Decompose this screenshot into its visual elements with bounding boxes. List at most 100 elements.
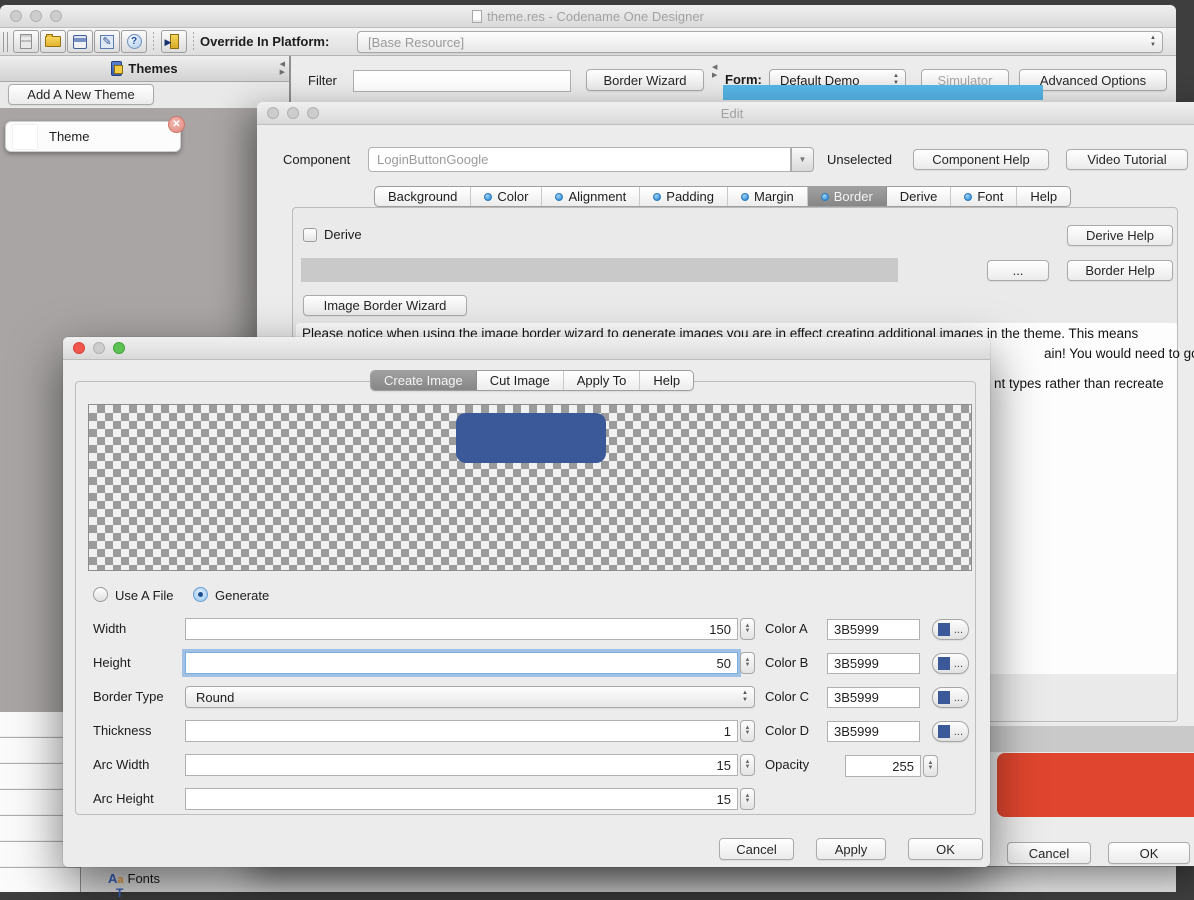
minimize-button[interactable] — [287, 107, 299, 119]
main-toolbar: ✎ ? ▶ Override In Platform: [Base Resour… — [0, 28, 1176, 56]
image-border-wizard-dialog: Create Image Cut Image Apply To Help Use… — [63, 337, 990, 867]
notice-line-2-fragment: ain! You would need to go — [1044, 346, 1194, 361]
desktop: { "colors": { "swatch_blue": "#3B5999", … — [0, 0, 1194, 892]
color-c-picker-button[interactable]: ... — [932, 687, 969, 708]
add-theme-button[interactable]: Add A New Theme — [8, 84, 154, 105]
edit-ok-button[interactable]: OK — [1108, 842, 1190, 864]
opacity-input[interactable] — [845, 755, 921, 777]
color-b-swatch — [938, 657, 950, 670]
video-tutorial-button[interactable]: Video Tutorial — [1066, 149, 1188, 170]
override-platform-select[interactable]: [Base Resource] ▲▼ — [357, 31, 1163, 53]
wizard-ok-button[interactable]: OK — [908, 838, 983, 860]
tab-help[interactable]: Help — [1017, 187, 1070, 206]
height-stepper[interactable]: ▲▼ — [740, 652, 755, 674]
close-button[interactable] — [73, 342, 85, 354]
arc-height-stepper[interactable]: ▲▼ — [740, 788, 755, 810]
border-more-button[interactable]: ... — [987, 260, 1049, 281]
edit-button[interactable]: ✎ — [94, 30, 120, 53]
unselected-label: Unselected — [827, 152, 892, 167]
derive-help-button[interactable]: Derive Help — [1067, 225, 1173, 246]
derive-checkbox[interactable] — [303, 228, 317, 242]
theme-thumbnail — [13, 125, 37, 149]
opacity-stepper[interactable]: ▲▼ — [923, 755, 938, 777]
color-a-input[interactable] — [827, 619, 920, 640]
color-d-label: Color D — [765, 723, 809, 738]
width-input[interactable] — [185, 618, 738, 640]
zoom-button[interactable] — [307, 107, 319, 119]
tab-padding[interactable]: Padding — [640, 187, 728, 206]
style-preview-block — [997, 753, 1194, 817]
thickness-label: Thickness — [93, 723, 152, 738]
open-folder-icon — [45, 36, 61, 47]
height-input[interactable] — [185, 652, 738, 674]
color-d-picker-button[interactable]: ... — [932, 721, 969, 742]
border-wizard-button[interactable]: Border Wizard — [586, 69, 704, 91]
style-tabs: Background Color Alignment Padding Margi… — [374, 186, 1071, 207]
close-button[interactable] — [10, 10, 22, 22]
save-button[interactable] — [67, 30, 93, 53]
component-help-button[interactable]: Component Help — [913, 149, 1049, 170]
color-c-input[interactable] — [827, 687, 920, 708]
component-combobox[interactable]: LoginButtonGoogle — [368, 147, 791, 172]
generated-border-preview — [456, 413, 606, 463]
save-icon — [73, 35, 87, 49]
minimize-button[interactable] — [93, 342, 105, 354]
modified-dot-icon — [964, 193, 972, 201]
close-button[interactable] — [267, 107, 279, 119]
thickness-input[interactable] — [185, 720, 738, 742]
image-border-wizard-button[interactable]: Image Border Wizard — [303, 295, 467, 316]
tab-alignment[interactable]: Alignment — [542, 187, 640, 206]
component-label: Component — [283, 152, 350, 167]
tab-apply-to[interactable]: Apply To — [564, 371, 641, 390]
tab-help[interactable]: Help — [640, 371, 693, 390]
filter-input[interactable] — [353, 70, 571, 92]
toolbar-drag-handle[interactable] — [3, 32, 8, 52]
color-b-picker-button[interactable]: ... — [932, 653, 969, 674]
edit-cancel-button[interactable]: Cancel — [1007, 842, 1091, 864]
exit-button[interactable]: ▶ — [161, 30, 187, 53]
generate-radio[interactable] — [193, 587, 208, 602]
arc-width-stepper[interactable]: ▲▼ — [740, 754, 755, 776]
color-b-input[interactable] — [827, 653, 920, 674]
thickness-stepper[interactable]: ▲▼ — [740, 720, 755, 742]
fonts-section-row[interactable]: Aa Fonts — [108, 871, 160, 886]
arc-width-input[interactable] — [185, 754, 738, 776]
help-button[interactable]: ? — [121, 30, 147, 53]
minimize-button[interactable] — [30, 10, 42, 22]
height-label: Height — [93, 655, 131, 670]
wizard-cancel-button[interactable]: Cancel — [719, 838, 794, 860]
theme-list-item[interactable]: Theme ✕ — [5, 121, 181, 152]
color-d-input[interactable] — [827, 721, 920, 742]
form-splitter-toggle[interactable]: ◀▶ — [712, 64, 717, 80]
color-d-swatch — [938, 725, 950, 738]
zoom-button[interactable] — [50, 10, 62, 22]
tab-margin[interactable]: Margin — [728, 187, 808, 206]
themes-panel-header[interactable]: Themes ◀▶ — [0, 56, 290, 82]
tab-border[interactable]: Border — [808, 187, 887, 206]
color-a-label: Color A — [765, 621, 808, 636]
zoom-button[interactable] — [113, 342, 125, 354]
tab-derive[interactable]: Derive — [887, 187, 952, 206]
color-a-swatch — [938, 623, 950, 636]
new-resource-button[interactable] — [13, 30, 39, 53]
border-help-button[interactable]: Border Help — [1067, 260, 1173, 281]
border-type-select[interactable]: Round ▲▼ — [185, 686, 755, 708]
document-icon — [472, 10, 482, 23]
wizard-titlebar — [63, 337, 990, 360]
override-in-platform-label: Override In Platform: — [200, 34, 329, 49]
tab-font[interactable]: Font — [951, 187, 1017, 206]
wizard-apply-button[interactable]: Apply — [816, 838, 886, 860]
tab-cut-image[interactable]: Cut Image — [477, 371, 564, 390]
sidebar-splitter-toggle[interactable]: ◀▶ — [280, 61, 285, 77]
use-a-file-radio[interactable] — [93, 587, 108, 602]
tab-color[interactable]: Color — [471, 187, 542, 206]
component-dropdown-button[interactable]: ▼ — [791, 147, 814, 172]
pencil-icon: ✎ — [100, 35, 114, 49]
arc-height-input[interactable] — [185, 788, 738, 810]
tab-background[interactable]: Background — [375, 187, 471, 206]
open-button[interactable] — [40, 30, 66, 53]
width-stepper[interactable]: ▲▼ — [740, 618, 755, 640]
theme-close-icon[interactable]: ✕ — [168, 116, 185, 133]
color-a-picker-button[interactable]: ... — [932, 619, 969, 640]
tab-create-image[interactable]: Create Image — [371, 371, 477, 390]
